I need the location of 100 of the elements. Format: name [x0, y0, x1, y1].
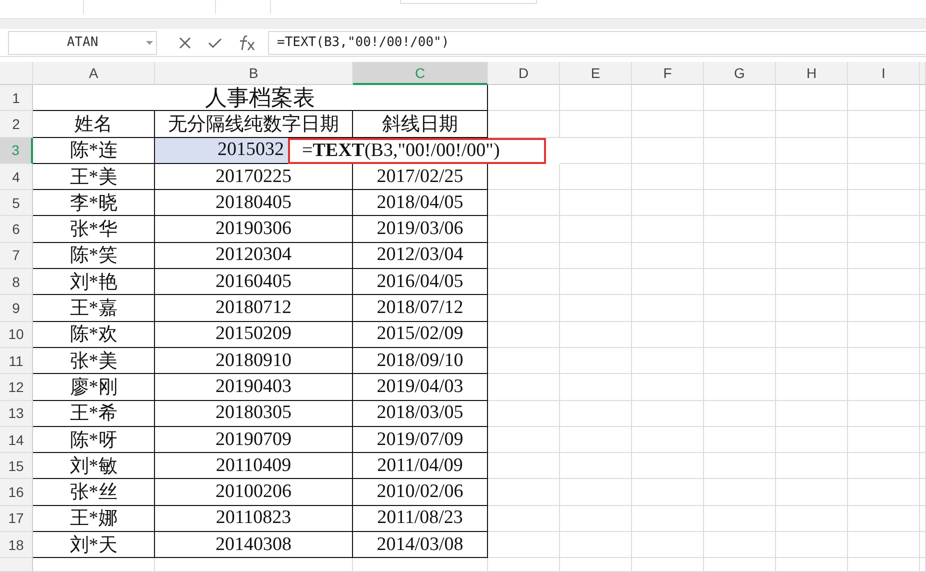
empty-cell[interactable] — [848, 138, 920, 164]
empty-cell[interactable] — [776, 242, 848, 270]
empty-cell[interactable] — [560, 242, 632, 270]
row-header[interactable]: 10 — [0, 322, 33, 348]
empty-cell[interactable] — [632, 453, 704, 480]
empty-cell[interactable] — [704, 453, 776, 480]
empty-cell[interactable] — [632, 242, 704, 270]
empty-cell[interactable] — [560, 453, 632, 480]
row-header[interactable]: 12 — [0, 374, 33, 401]
empty-cell[interactable] — [704, 374, 776, 401]
empty-cell[interactable] — [704, 426, 776, 454]
empty-cell[interactable] — [920, 111, 926, 138]
empty-cell[interactable] — [848, 216, 920, 243]
empty-cell[interactable] — [560, 269, 632, 296]
empty-cell[interactable] — [155, 558, 353, 572]
check-icon[interactable] — [208, 36, 222, 50]
empty-cell[interactable] — [488, 453, 560, 480]
empty-cell[interactable] — [704, 85, 776, 112]
empty-cell[interactable] — [920, 426, 926, 454]
empty-cell[interactable] — [632, 348, 704, 374]
empty-cell[interactable] — [920, 138, 926, 164]
empty-cell[interactable] — [632, 506, 704, 532]
empty-cell[interactable] — [704, 322, 776, 348]
empty-cell[interactable] — [776, 348, 848, 374]
empty-cell[interactable] — [848, 242, 920, 270]
empty-cell[interactable] — [776, 111, 848, 138]
formula-field[interactable]: =TEXT(B3,"00!/00!/00") — [268, 30, 926, 54]
row-header[interactable]: 16 — [0, 479, 33, 506]
name-box[interactable]: ATAN — [8, 30, 157, 54]
empty-cell[interactable] — [776, 216, 848, 243]
empty-cell[interactable] — [848, 164, 920, 190]
empty-cell[interactable] — [632, 558, 704, 572]
empty-cell[interactable] — [848, 269, 920, 296]
empty-cell[interactable] — [704, 295, 776, 322]
empty-cell[interactable] — [488, 348, 560, 374]
empty-cell[interactable] — [704, 216, 776, 243]
column-header[interactable]: E — [560, 62, 632, 85]
empty-cell[interactable] — [704, 111, 776, 138]
empty-cell[interactable] — [632, 532, 704, 558]
empty-cell[interactable] — [704, 242, 776, 270]
empty-cell[interactable] — [560, 374, 632, 401]
empty-cell[interactable] — [632, 374, 704, 401]
empty-cell[interactable] — [776, 506, 848, 532]
empty-cell[interactable] — [776, 374, 848, 401]
empty-cell[interactable] — [488, 85, 560, 112]
empty-cell[interactable] — [704, 558, 776, 572]
column-header[interactable]: I — [848, 62, 920, 85]
empty-cell[interactable] — [560, 506, 632, 532]
row-header[interactable]: 14 — [0, 426, 33, 454]
empty-cell[interactable] — [632, 190, 704, 216]
empty-cell[interactable] — [560, 138, 632, 164]
empty-cell[interactable] — [704, 400, 776, 427]
empty-cell[interactable] — [920, 374, 926, 401]
row-header[interactable]: 4 — [0, 164, 33, 190]
empty-cell[interactable] — [632, 400, 704, 427]
empty-cell[interactable] — [776, 138, 848, 164]
column-header[interactable]: G — [704, 62, 776, 85]
empty-cell[interactable] — [488, 242, 560, 270]
row-header[interactable]: 8 — [0, 269, 33, 296]
empty-cell[interactable] — [488, 374, 560, 401]
empty-cell[interactable] — [560, 558, 632, 572]
empty-cell[interactable] — [776, 400, 848, 427]
empty-cell[interactable] — [488, 558, 560, 572]
empty-cell[interactable] — [632, 111, 704, 138]
empty-cell[interactable] — [632, 138, 704, 164]
empty-cell[interactable] — [560, 348, 632, 374]
empty-cell[interactable] — [920, 532, 926, 558]
empty-cell[interactable] — [848, 426, 920, 454]
empty-cell[interactable] — [848, 479, 920, 506]
empty-cell[interactable] — [920, 558, 926, 572]
row-header[interactable]: 15 — [0, 453, 33, 480]
empty-cell[interactable] — [632, 295, 704, 322]
empty-cell[interactable] — [704, 138, 776, 164]
empty-cell[interactable] — [488, 216, 560, 243]
empty-cell[interactable] — [920, 295, 926, 322]
empty-cell[interactable] — [632, 269, 704, 296]
empty-cell[interactable] — [488, 479, 560, 506]
empty-cell[interactable] — [920, 216, 926, 243]
empty-cell[interactable] — [488, 322, 560, 348]
column-header[interactable]: H — [776, 62, 848, 85]
empty-cell[interactable] — [920, 348, 926, 374]
empty-cell[interactable] — [848, 322, 920, 348]
row-header[interactable]: 2 — [0, 111, 33, 138]
empty-cell[interactable] — [848, 348, 920, 374]
empty-cell[interactable] — [560, 295, 632, 322]
row-header[interactable]: 5 — [0, 190, 33, 216]
empty-cell[interactable] — [488, 426, 560, 454]
empty-cell[interactable] — [848, 400, 920, 427]
empty-cell[interactable] — [920, 479, 926, 506]
empty-cell[interactable] — [632, 216, 704, 243]
empty-cell[interactable] — [632, 426, 704, 454]
column-header[interactable]: A — [33, 62, 155, 85]
row-header[interactable] — [0, 558, 33, 572]
empty-cell[interactable] — [704, 190, 776, 216]
cell-editor[interactable]: =TEXT(B3,"00!/00!/00") — [288, 138, 546, 164]
empty-cell[interactable] — [560, 532, 632, 558]
empty-cell[interactable] — [776, 85, 848, 112]
empty-cell[interactable] — [632, 479, 704, 506]
empty-cell[interactable] — [848, 532, 920, 558]
empty-cell[interactable] — [488, 400, 560, 427]
